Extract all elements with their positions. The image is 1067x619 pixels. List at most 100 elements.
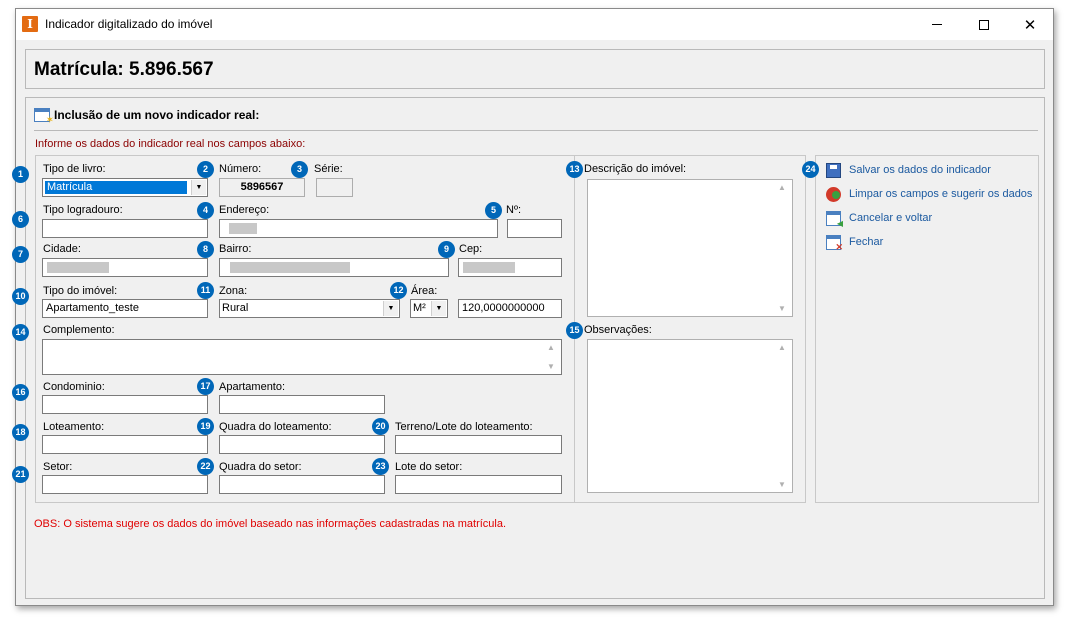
cep-field[interactable] [458, 258, 562, 277]
serie-field[interactable] [316, 178, 353, 197]
complemento-scrollbar[interactable]: ▲ ▼ [545, 341, 560, 373]
quadra-loteamento-label: Quadra do loteamento: [219, 421, 332, 433]
observacoes-textarea[interactable]: ▲ ▼ [587, 339, 793, 493]
badge-24: 24 [802, 161, 819, 178]
badge-2: 2 [197, 161, 214, 178]
descricao-textarea[interactable]: ▲ ▼ [587, 179, 793, 317]
apartamento-label: Apartamento: [219, 381, 286, 393]
observacoes-label: Observações: [584, 324, 652, 336]
badge-16: 16 [12, 384, 29, 401]
quadra-setor-label: Quadra do setor: [219, 461, 302, 473]
app-icon: I [22, 16, 38, 32]
close-button[interactable]: ✕ [1007, 9, 1053, 40]
descricao-label: Descrição do imóvel: [584, 163, 687, 175]
setor-field[interactable] [42, 475, 208, 494]
form-hint: Informe os dados do indicador real nos c… [35, 138, 306, 150]
badge-20: 20 [372, 418, 389, 435]
badge-10: 10 [12, 288, 29, 305]
area-unit-select[interactable]: M² ▼ [410, 299, 448, 318]
close-window-icon [826, 234, 843, 253]
chevron-down-icon[interactable]: ▼ [431, 301, 446, 316]
zona-select[interactable]: Rural ▼ [219, 299, 400, 318]
badge-3: 3 [291, 161, 308, 178]
area-field[interactable]: 120,0000000000 [458, 299, 562, 318]
section-title: Inclusão de um novo indicador real: [54, 108, 260, 122]
endereco-label: Endereço: [219, 204, 270, 216]
close-action-label: Fechar [849, 236, 884, 248]
clear-icon [826, 186, 841, 202]
actions-panel [815, 155, 1039, 503]
apartamento-field[interactable] [219, 395, 385, 414]
close-window-action[interactable]: Fechar [826, 234, 884, 253]
badge-4: 4 [197, 202, 214, 219]
minimize-icon [932, 24, 942, 25]
cancel-action-label: Cancelar e voltar [849, 212, 933, 224]
save-action-label: Salvar os dados do indicador [849, 164, 991, 176]
tipo-imovel-field[interactable]: Apartamento_teste [42, 299, 208, 318]
clear-action-label: Limpar os campos e sugerir os dados [849, 188, 1033, 200]
lote-setor-field[interactable] [395, 475, 562, 494]
chevron-down-icon[interactable]: ▼ [191, 180, 206, 195]
loteamento-label: Loteamento: [43, 421, 105, 433]
badge-5: 5 [485, 202, 502, 219]
zona-value: Rural [222, 302, 249, 314]
zona-label: Zona: [219, 285, 248, 297]
loteamento-field[interactable] [42, 435, 208, 454]
badge-11: 11 [197, 282, 214, 299]
quadra-loteamento-field[interactable] [219, 435, 385, 454]
badge-6: 6 [12, 211, 29, 228]
badge-19: 19 [197, 418, 214, 435]
obs-note: OBS: O sistema sugere os dados do imóvel… [34, 518, 507, 530]
window-title: Indicador digitalizado do imóvel [45, 17, 213, 31]
tipo-imovel-label: Tipo do imóvel: [43, 285, 118, 297]
title-bar[interactable]: I Indicador digitalizado do imóvel ✕ [16, 9, 1053, 40]
tipo-logradouro-label: Tipo logradouro: [43, 204, 123, 216]
dialog-window: I Indicador digitalizado do imóvel ✕ Mat… [12, 8, 1054, 606]
clear-action[interactable]: Limpar os campos e sugerir os dados [826, 186, 1032, 202]
bairro-label: Bairro: [219, 243, 252, 255]
terreno-lote-label: Terreno/Lote do loteamento: [395, 421, 533, 433]
condominio-field[interactable] [42, 395, 208, 414]
badge-1: 1 [12, 166, 29, 183]
complemento-label: Complemento: [43, 324, 115, 336]
redacted-text [47, 262, 109, 273]
area-label: Área: [411, 285, 438, 297]
cancel-action[interactable]: Cancelar e voltar [826, 210, 933, 228]
endereco-field[interactable] [219, 219, 498, 238]
cidade-field[interactable] [42, 258, 208, 277]
close-icon: ✕ [1023, 16, 1037, 34]
lote-setor-label: Lote do setor: [395, 461, 463, 473]
no-field[interactable] [507, 219, 562, 238]
complemento-textarea[interactable]: ▲ ▼ [42, 339, 562, 375]
setor-label: Setor: [43, 461, 73, 473]
badge-17: 17 [197, 378, 214, 395]
tipo-logradouro-field[interactable] [42, 219, 208, 238]
terreno-lote-field[interactable] [395, 435, 562, 454]
bairro-field[interactable] [219, 258, 449, 277]
save-action[interactable]: Salvar os dados do indicador [826, 162, 991, 178]
observacoes-scrollbar[interactable]: ▲ ▼ [776, 341, 791, 491]
redacted-text [230, 262, 350, 273]
cep-label: Cep: [459, 243, 483, 255]
tipo-livro-select[interactable]: Matrícula ▼ [42, 178, 208, 197]
numero-field[interactable]: 5896567 [219, 178, 305, 197]
badge-15: 15 [566, 322, 583, 339]
no-label: Nº: [506, 204, 522, 216]
badge-21: 21 [12, 466, 29, 483]
badge-18: 18 [12, 424, 29, 441]
badge-22: 22 [197, 458, 214, 475]
badge-7: 7 [12, 246, 29, 263]
cancel-icon [826, 210, 843, 228]
quadra-setor-field[interactable] [219, 475, 385, 494]
descricao-scrollbar[interactable]: ▲ ▼ [776, 181, 791, 315]
area-unit-value: M² [413, 302, 426, 314]
condominio-label: Condominio: [43, 381, 105, 393]
minimize-button[interactable] [914, 9, 960, 40]
maximize-button[interactable] [961, 9, 1007, 40]
maximize-icon [979, 19, 989, 30]
badge-14: 14 [12, 324, 29, 341]
serie-label: Série: [314, 163, 343, 175]
chevron-down-icon[interactable]: ▼ [383, 301, 398, 316]
tipo-livro-value: Matrícula [45, 181, 187, 194]
redacted-text [463, 262, 515, 273]
